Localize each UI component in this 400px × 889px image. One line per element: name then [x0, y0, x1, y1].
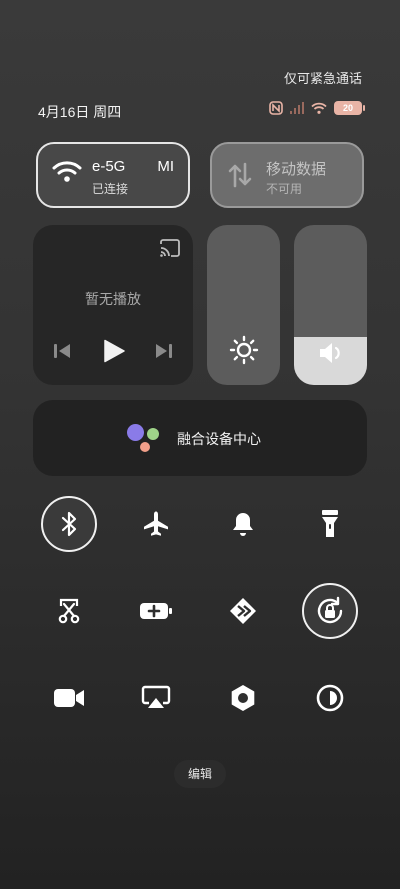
arrow-diamond-icon [230, 598, 256, 624]
screenshot-toggle[interactable] [41, 583, 97, 639]
next-track-icon[interactable] [155, 343, 173, 359]
nfc-icon [269, 101, 283, 115]
mobile-data-tile[interactable]: 移动数据 不可用 [210, 142, 364, 208]
wifi-network-name-extra: MI [157, 158, 174, 175]
brightness-slider[interactable] [207, 225, 280, 385]
emergency-call-text: 仅可紧急通话 [283, 71, 362, 86]
battery-saver-toggle[interactable] [128, 583, 184, 639]
mobile-data-label: 移动数据 [266, 161, 327, 178]
fusion-device-dots-icon [127, 424, 167, 454]
diamond-arrow-toggle[interactable] [215, 583, 271, 639]
media-player-tile[interactable]: 暂无播放 [33, 225, 193, 385]
video-camera-icon [54, 689, 84, 707]
hexagon-settings-icon [231, 685, 255, 711]
flashlight-icon [322, 510, 338, 537]
play-icon[interactable] [103, 339, 125, 363]
fusion-device-center-label: 融合设备中心 [177, 431, 261, 447]
screen-record-toggle[interactable] [41, 670, 97, 726]
wifi-status-icon [311, 102, 327, 114]
cast-icon[interactable] [159, 239, 181, 257]
status-icons: 20 [269, 101, 365, 115]
date-weekday: 4月16日 周四 [38, 104, 122, 120]
cellular-signal-icon [290, 102, 304, 114]
battery-icon: 20 [334, 101, 365, 115]
mobile-data-icon [228, 162, 252, 188]
edit-button[interactable]: 编辑 [174, 760, 226, 788]
bluetooth-icon [61, 511, 77, 537]
media-status: 暂无播放 [85, 291, 141, 307]
volume-slider[interactable] [294, 225, 367, 385]
rotation-lock-toggle[interactable] [302, 583, 358, 639]
hexagon-setting-toggle[interactable] [215, 670, 271, 726]
sun-icon [229, 335, 258, 365]
wifi-tile[interactable]: e-5G MI 已连接 [36, 142, 190, 208]
battery-level: 20 [342, 103, 353, 113]
rotation-lock-icon [317, 596, 343, 624]
screenshot-scissors-icon [58, 598, 80, 624]
airplane-icon [144, 511, 168, 536]
flashlight-toggle[interactable] [302, 496, 358, 552]
bell-icon [233, 513, 253, 536]
screen-cast-toggle[interactable] [128, 670, 184, 726]
screen-cast-icon [141, 685, 171, 708]
battery-saver-icon [140, 603, 172, 619]
speaker-icon [319, 343, 340, 363]
ringer-toggle[interactable] [215, 496, 271, 552]
fusion-device-center-tile[interactable]: 融合设备中心 [33, 400, 367, 476]
bluetooth-toggle[interactable] [41, 496, 97, 552]
wifi-icon [52, 161, 82, 182]
airplane-mode-toggle[interactable] [128, 496, 184, 552]
dark-mode-icon [316, 684, 344, 712]
wifi-status: 已连接 [92, 182, 129, 196]
previous-track-icon[interactable] [53, 343, 71, 359]
dark-mode-toggle[interactable] [302, 670, 358, 726]
mobile-data-status: 不可用 [266, 182, 303, 196]
